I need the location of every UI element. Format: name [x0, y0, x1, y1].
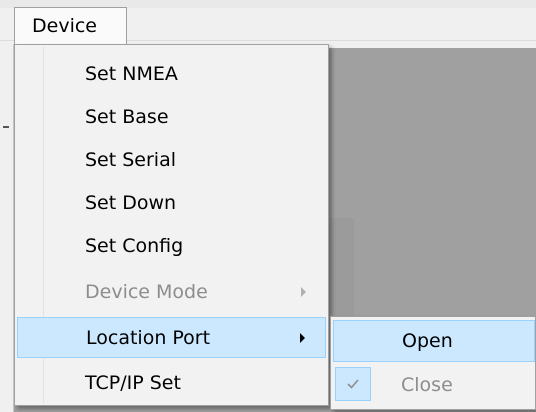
menu-item-set-down[interactable]: Set Down [17, 182, 326, 223]
menu-item-tcp-ip-set[interactable]: TCP/IP Set [17, 362, 326, 403]
submenu-item-open[interactable]: Open [333, 320, 535, 362]
menu-item-label: Set NMEA [85, 62, 178, 85]
chevron-right-icon [301, 286, 306, 297]
menu-item-label: Set Down [85, 191, 177, 214]
menu-item-set-nmea[interactable]: Set NMEA [17, 53, 326, 94]
menu-item-set-serial[interactable]: Set Serial [17, 139, 326, 180]
menu-item-label: Set Base [85, 105, 169, 128]
device-menu[interactable]: Device [14, 7, 127, 44]
menu-item-location-port[interactable]: Location Port [17, 317, 326, 358]
submenu-item-label: Open [402, 330, 453, 352]
panel-grip-icon [3, 126, 9, 128]
location-port-submenu: Open Close [330, 316, 536, 410]
menu-item-label: Location Port [86, 326, 211, 349]
submenu-item-label: Close [401, 374, 453, 396]
device-dropdown: Set NMEA Set Base Set Serial Set Down Se… [14, 44, 329, 406]
menu-item-label: Set Config [85, 234, 184, 257]
chevron-right-icon [300, 332, 305, 343]
menu-item-label: Device Mode [85, 280, 208, 303]
menu-item-set-base[interactable]: Set Base [17, 96, 326, 137]
submenu-item-close[interactable]: Close [333, 364, 535, 406]
device-menu-label: Device [32, 15, 97, 37]
menu-item-label: TCP/IP Set [85, 371, 181, 394]
menu-item-label: Set Serial [85, 148, 177, 171]
menu-item-device-mode[interactable]: Device Mode [17, 271, 326, 312]
menu-item-set-config[interactable]: Set Config [17, 225, 326, 266]
left-panel [0, 44, 14, 412]
check-icon [335, 367, 371, 401]
